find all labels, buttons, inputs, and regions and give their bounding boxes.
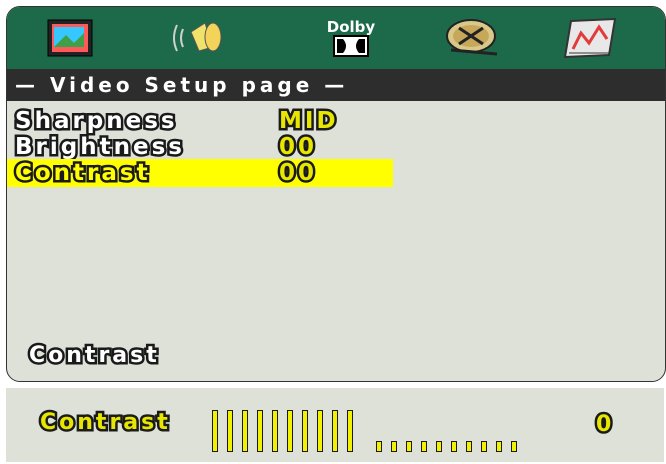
slider-tick-filled [317, 410, 323, 452]
slider-tick-empty [481, 441, 487, 452]
setting-value: MID [277, 106, 339, 137]
slider-tick-filled [242, 410, 248, 452]
slider-tick-filled [212, 410, 218, 452]
setup-icon-bar: Dolby [7, 7, 665, 69]
contrast-adjust-bar: Contrast 0 [6, 388, 664, 462]
slider-tick-empty [496, 441, 502, 452]
adjust-label: Contrast [38, 408, 171, 438]
audio-speaker-icon[interactable] [159, 13, 239, 63]
setting-row-sharpness[interactable]: Sharpness MID [7, 106, 393, 137]
help-text: Contrast [27, 341, 160, 371]
slider-tick-filled [287, 410, 293, 452]
setting-value: 00 [276, 132, 318, 163]
tv-setup-icon[interactable] [35, 13, 115, 63]
slider-tick-filled [332, 410, 338, 452]
preference-chart-icon[interactable] [551, 13, 631, 63]
slider-tick-filled [227, 410, 233, 452]
setting-label: Contrast [13, 158, 151, 189]
slider-tick-empty [451, 441, 457, 452]
page-title: — Video Setup page — [7, 69, 665, 101]
slider-tick-empty [466, 441, 472, 452]
slider-tick-empty [511, 441, 517, 452]
slider-tick-filled [272, 410, 278, 452]
dolby-label: Dolby [326, 18, 376, 36]
slider-tick-filled [347, 410, 353, 452]
video-reel-icon[interactable] [433, 13, 513, 63]
dolby-icon[interactable]: Dolby [311, 13, 391, 63]
slider-tick-empty [436, 441, 442, 452]
setup-menu-panel: Dolby — Video Setup page — Sharpness MID… [6, 6, 666, 382]
slider-tick-empty [376, 441, 382, 452]
setting-label: Brightness [13, 132, 185, 163]
setting-row-contrast[interactable]: Contrast 00 [7, 158, 393, 189]
setting-label: Sharpness [13, 106, 178, 137]
slider-tick-empty [391, 441, 397, 452]
contrast-slider[interactable] [212, 404, 532, 452]
dolby-double-d-icon [333, 35, 369, 57]
slider-tick-empty [406, 441, 412, 452]
setting-row-brightness[interactable]: Brightness 00 [7, 132, 393, 163]
slider-tick-filled [302, 410, 308, 452]
slider-tick-empty [421, 441, 427, 452]
slider-tick-filled [257, 410, 263, 452]
adjust-value: 0 [593, 410, 613, 440]
setting-value: 00 [276, 158, 318, 189]
